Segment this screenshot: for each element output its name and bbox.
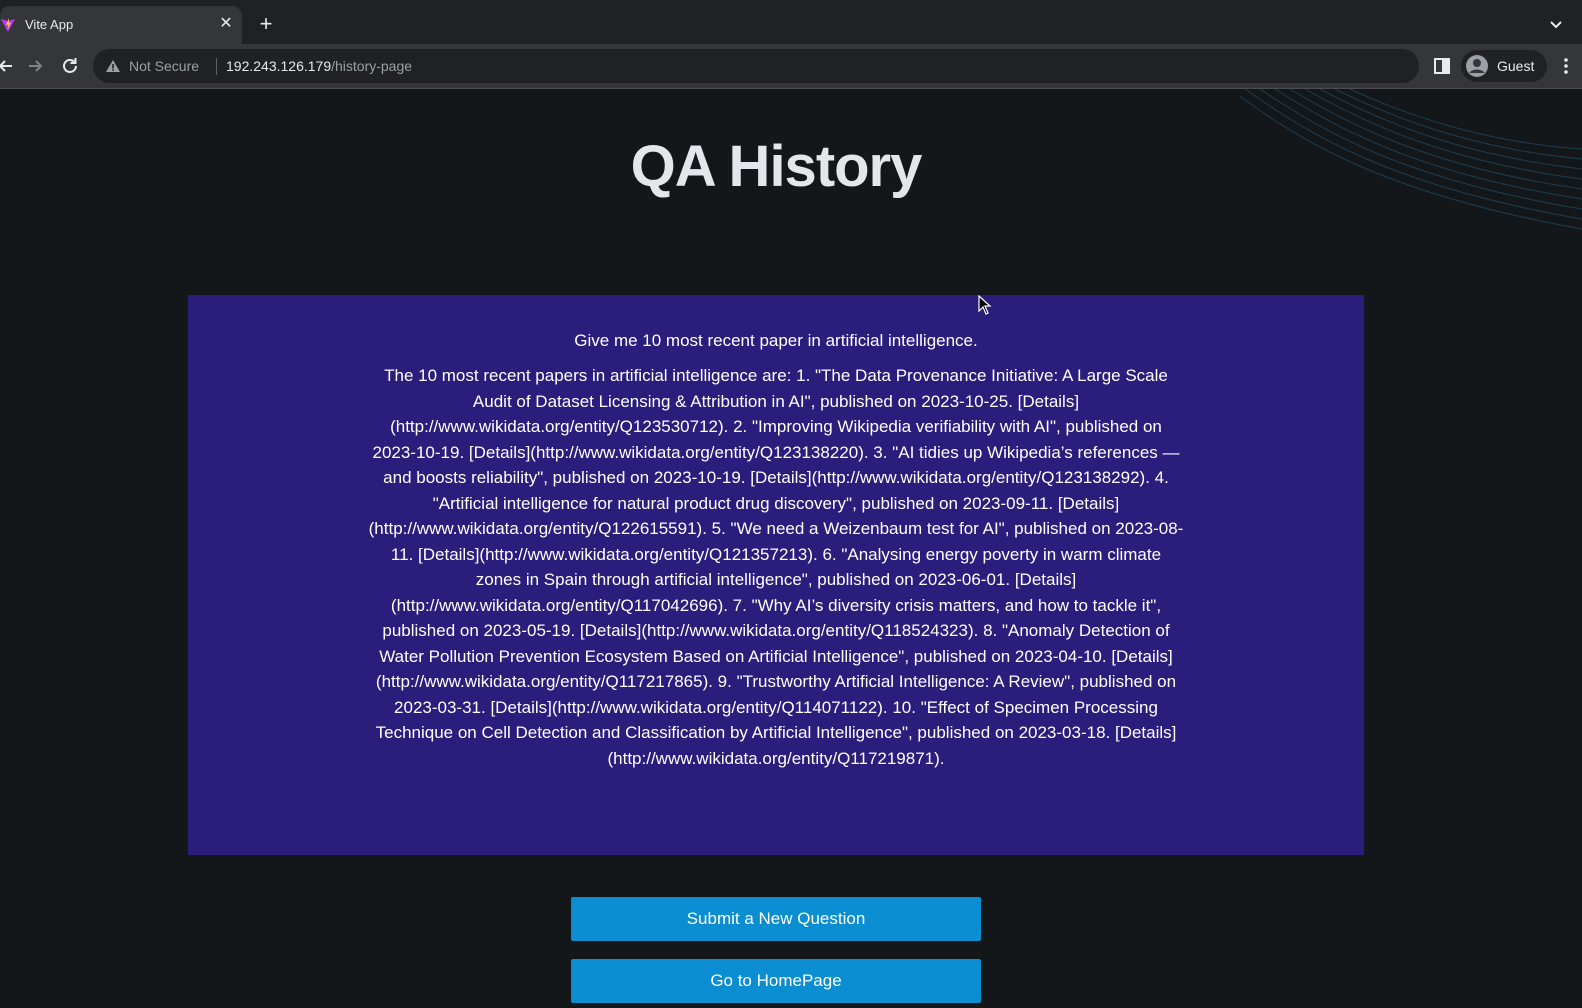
page-content: QA History Give me 10 most recent paper … [0, 89, 1582, 1008]
mouse-cursor-icon [978, 295, 992, 315]
url-host: 192.243.126.179 [226, 58, 332, 74]
divider [216, 58, 217, 75]
url-path: /history-page [331, 58, 413, 74]
browser-toolbar: Not Secure 192.243.126.179/history-page … [0, 44, 1582, 89]
qa-history-card: Give me 10 most recent paper in artifici… [188, 295, 1364, 855]
go-to-homepage-button[interactable]: Go to HomePage [571, 959, 981, 1003]
warning-triangle-icon[interactable] [105, 58, 121, 74]
kebab-menu-icon[interactable] [1560, 56, 1572, 76]
submit-new-question-button[interactable]: Submit a New Question [571, 897, 981, 941]
tab-strip: Vite App ✕ + [0, 0, 1582, 44]
browser-window: Vite App ✕ + Not Secure 192.243.126.179/… [0, 0, 1582, 1008]
arrow-left-icon[interactable] [0, 54, 18, 78]
side-panel-icon[interactable] [1432, 56, 1452, 76]
reload-icon[interactable] [58, 54, 82, 78]
answer-text: The 10 most recent papers in artificial … [368, 366, 1184, 768]
security-status-label[interactable]: Not Secure [129, 58, 199, 74]
url-text[interactable]: 192.243.126.179/history-page [226, 58, 412, 74]
person-avatar-icon [1466, 55, 1488, 77]
vite-logo-icon [1, 18, 15, 32]
profile-button[interactable]: Guest [1461, 50, 1547, 82]
address-bar[interactable]: Not Secure 192.243.126.179/history-page [93, 49, 1419, 83]
tab-vite-app[interactable]: Vite App ✕ [0, 6, 242, 44]
close-icon[interactable]: ✕ [216, 14, 236, 34]
chevron-down-icon[interactable] [1546, 14, 1566, 34]
tab-title: Vite App [25, 17, 74, 32]
question-text: Give me 10 most recent paper in artifici… [574, 331, 978, 350]
profile-label: Guest [1497, 58, 1535, 74]
arrow-right-icon[interactable] [23, 54, 47, 78]
page-title: QA History [630, 134, 923, 199]
plus-icon[interactable]: + [254, 12, 278, 36]
